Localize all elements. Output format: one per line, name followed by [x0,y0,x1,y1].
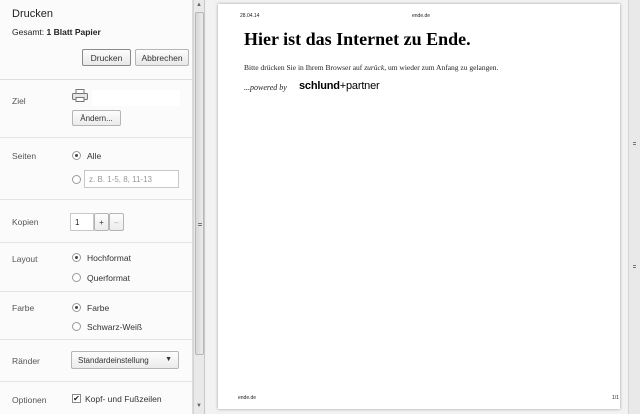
preview-header-site: ende.de [412,13,431,19]
logo-rest: partner [346,80,380,92]
headers-footers-checkbox[interactable]: ✔ [72,394,81,403]
color-label: Farbe [12,303,35,313]
margins-select[interactable]: Standardeinstellung ▼ [71,351,179,369]
pages-label: Seiten [12,151,37,161]
sheet-summary: Gesamt: 1 Blatt Papier [12,27,101,37]
pages-range-input[interactable]: z. B. 1-5, 8, 11-13 [84,170,179,188]
summary-value: 1 Blatt Papier [46,27,101,37]
dialog-title: Drucken [12,8,53,20]
copies-input[interactable]: 1 [70,213,94,231]
landscape-radio[interactable] [72,273,81,282]
preview-paragraph: Bitte drücken Sie in Ihrem Browser auf z… [244,63,498,72]
preview-scrollbar[interactable] [628,0,640,414]
change-destination-button[interactable]: Ändern... [72,110,121,126]
portrait-label: Hochformat [87,253,131,263]
landscape-label: Querformat [87,273,130,283]
bw-option-label: Schwarz-Weiß [87,322,143,332]
logo-bold: schlund [299,80,340,92]
pages-section: Seiten Alle z. B. 1-5, 8, 11-13 [0,139,192,200]
portrait-radio[interactable] [72,253,81,262]
destination-name-field [92,90,180,106]
margins-value: Standardeinstellung [78,355,149,365]
preview-footer-page: 1/1 [612,395,619,401]
print-settings-panel: Drucken Gesamt: 1 Blatt Papier Drucken A… [0,0,193,414]
print-preview-area: 28.04.14 ende.de Hier ist das Internet z… [206,0,628,414]
preview-heading: Hier ist das Internet zu Ende. [244,29,471,49]
scroll-up-arrow-icon[interactable]: ▲ [196,2,202,8]
bw-radio[interactable] [72,322,81,331]
summary-prefix: Gesamt: [12,27,45,37]
scroll-down-arrow-icon[interactable]: ▼ [196,403,202,409]
preview-text-before: Bitte drücken Sie in Ihrem Browser auf [244,63,365,72]
headers-footers-label: Kopf- und Fußzeilen [85,394,162,404]
pages-all-radio[interactable] [72,151,81,160]
color-radio[interactable] [72,303,81,312]
copies-label: Kopien [12,217,39,227]
options-label: Optionen [12,395,47,405]
powered-by-text: ...powered by [244,83,287,92]
settings-scrollbar-thumb[interactable] [195,12,204,355]
pages-range-radio[interactable] [72,175,81,184]
settings-scrollbar[interactable]: ▲ ▼ [193,0,205,414]
preview-header-date: 28.04.14 [240,13,260,19]
color-option-label: Farbe [87,303,110,313]
copies-section: Kopien 1 + – [0,201,192,243]
copies-minus-button[interactable]: – [109,213,124,231]
schlund-partner-logo: schlund+partner [299,80,380,92]
preview-page: 28.04.14 ende.de Hier ist das Internet z… [218,4,620,409]
print-button[interactable]: Drucken [82,49,131,66]
options-section: Optionen ✔ Kopf- und Fußzeilen [0,383,192,414]
destination-label: Ziel [12,96,26,106]
cancel-button[interactable]: Abbrechen [135,49,189,66]
preview-text-em: zurück [364,63,385,72]
margins-section: Ränder Standardeinstellung ▼ [0,341,192,382]
color-section: Farbe Farbe Schwarz-Weiß [0,293,192,340]
destination-section: Ziel Ändern... [0,81,192,138]
chevron-down-icon: ▼ [165,356,172,363]
layout-section: Layout Hochformat Querformat [0,244,192,292]
preview-footer-site: ende.de [238,395,257,401]
preview-text-after: , um wieder zum Anfang zu gelangen. [384,63,499,72]
copies-plus-button[interactable]: + [94,213,109,231]
layout-label: Layout [12,254,38,264]
print-header: Drucken Gesamt: 1 Blatt Papier Drucken A… [0,0,192,80]
margins-label: Ränder [12,356,40,366]
pages-all-label: Alle [87,151,102,161]
printer-icon [72,89,88,102]
